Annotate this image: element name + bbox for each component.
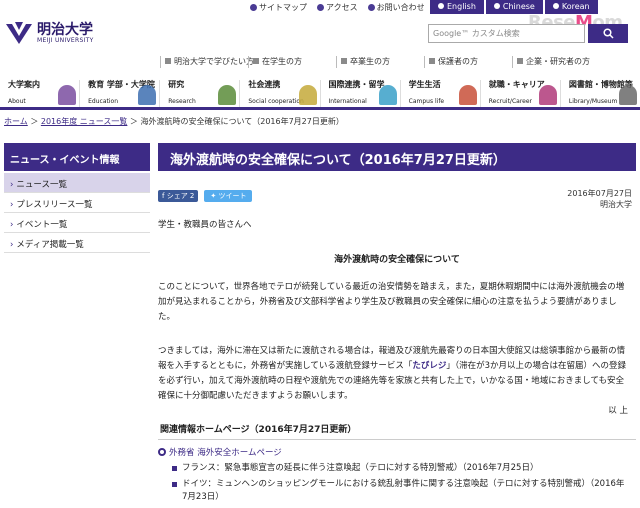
university-crest-icon — [6, 22, 32, 44]
audience-parents[interactable]: 保護者の方 — [424, 56, 506, 68]
nav-label-en: Social cooperation — [248, 98, 304, 105]
bullet-icon — [438, 3, 444, 9]
chevron-right-icon: › — [10, 240, 14, 250]
square-bullet-icon — [429, 58, 435, 64]
nav-item-international[interactable]: 国際連携・留学 International — [319, 80, 400, 107]
twitter-tweet-button[interactable]: ✦ ツイート — [204, 190, 253, 202]
chevron-right-icon: › — [10, 180, 14, 190]
utility-links: サイトマップ アクセス お問い合わせ — [250, 2, 425, 13]
paragraph-2: つきましては，海外に滞在又は新たに渡航される場合は，報道及び渡航先最寄りの日本国… — [158, 346, 627, 401]
breadcrumb-current: 海外渡航時の安全確保について（2016年7月27日更新） — [140, 117, 344, 126]
nav-illustration-icon — [378, 85, 397, 105]
paragraph-1: このことについて，世界各地でテロが続発している最近の治安情勢を踏まえ，また，夏期… — [158, 282, 625, 322]
logo-sub: MEIJI UNIVERSITY — [37, 36, 94, 44]
related-item[interactable]: ドイツ：ミュンヘンのショッピングモールにおける銃乱射事件に関する注意喚起（テロに… — [172, 478, 628, 504]
sidebar-item-media[interactable]: › メディア掲載一覧 — [4, 233, 150, 253]
article-date: 2016年07月27日 — [567, 189, 632, 198]
notice-title: 海外渡航時の安全確保について — [334, 255, 460, 265]
nav-item-recruit-career[interactable]: 就職・キャリア Recruit/Career — [479, 80, 560, 107]
nav-illustration-icon — [458, 85, 477, 105]
nav-illustration-icon — [138, 85, 157, 105]
nav-item-social-cooperation[interactable]: 社会連携 Social cooperation — [239, 80, 319, 107]
nav-label-en: Campus life — [408, 98, 445, 105]
circle-arrow-icon — [317, 4, 324, 11]
related-list: フランス：緊急事態宣言の延長に伴う注意喚起（テロに対する特別警戒）（2016年7… — [172, 462, 628, 507]
nav-label-en: Recruit/Career — [488, 98, 533, 105]
nav-label-en: Research — [168, 98, 196, 105]
bullet-icon — [552, 3, 559, 9]
facebook-share-button[interactable]: f シェア 2 — [158, 190, 199, 202]
audience-prospective[interactable]: 明治大学で学びたい方 — [160, 56, 254, 68]
square-bullet-icon — [253, 58, 259, 64]
page-title: 海外渡航時の安全確保について（2016年7月27日更新） — [158, 143, 636, 171]
sidebar-item-press[interactable]: › プレスリリース一覧 — [4, 193, 150, 213]
nav-illustration-icon — [538, 85, 557, 105]
circle-arrow-icon — [250, 4, 257, 11]
chevron-right-icon: › — [10, 220, 14, 230]
square-bullet-icon — [341, 58, 347, 64]
util-sitemap[interactable]: サイトマップ — [250, 2, 307, 13]
search-input[interactable]: Google™ カスタム検索 — [428, 24, 585, 43]
nav-label-en: International — [328, 98, 367, 105]
nav-item-campus-life[interactable]: 学生生活 Campus life — [399, 80, 480, 107]
logo-name: 明治大学 — [37, 21, 93, 38]
breadcrumb-news[interactable]: 2016年度 ニュース一覧 — [41, 117, 128, 126]
nav-illustration-icon — [58, 85, 77, 105]
tabireji-link[interactable]: たびレジ — [412, 361, 446, 371]
article-meta: 2016年07月27日 明治大学 — [567, 188, 632, 210]
util-access[interactable]: アクセス — [317, 2, 358, 13]
nav-item-about[interactable]: 大学案内 About — [0, 80, 79, 107]
nav-label-en: Library/Museum — [568, 98, 618, 105]
audience-nav: 明治大学で学びたい方 在学生の方 卒業生の方 保護者の方 企業・研究者の方 — [160, 56, 594, 68]
search-icon — [602, 28, 614, 39]
nav-illustration-icon — [218, 85, 237, 105]
nav-label-en: Education — [88, 98, 118, 105]
nav-item-education[interactable]: 教育 学部・大学院 Education — [79, 80, 159, 107]
circle-arrow-icon — [367, 4, 375, 11]
share-buttons: f シェア 2 ✦ ツイート — [158, 190, 253, 202]
square-bullet-icon — [517, 58, 523, 64]
nav-illustration-icon — [298, 85, 317, 105]
lang-english-button[interactable]: English — [430, 0, 484, 14]
related-item[interactable]: フランス：緊急事態宣言の延長に伴う注意喚起（テロに対する特別警戒）（2016年7… — [172, 462, 628, 475]
audience-alumni[interactable]: 卒業生の方 — [336, 56, 418, 68]
chevron-right-icon: › — [10, 200, 14, 210]
circle-bullet-icon — [158, 448, 166, 456]
bullet-icon — [493, 3, 500, 9]
sidebar-item-news[interactable]: › ニュース一覧 — [4, 173, 150, 193]
util-contact[interactable]: お問い合わせ — [367, 2, 425, 13]
article-author: 明治大学 — [600, 200, 632, 209]
nav-label-en: About — [8, 98, 26, 105]
audience-students[interactable]: 在学生の方 — [248, 56, 330, 68]
breadcrumb: ホーム ＞ 2016年度 ニュース一覧 ＞ 海外渡航時の安全確保について（201… — [4, 117, 344, 126]
search-button[interactable] — [588, 24, 628, 43]
greeting: 学生・教職員の皆さんへ — [158, 220, 252, 230]
nav-illustration-icon — [619, 85, 637, 105]
main-nav: 大学案内 About 教育 学部・大学院 Education 研究 Research 社会連… — [0, 80, 640, 110]
square-bullet-icon — [165, 58, 171, 64]
site-logo[interactable]: 明治大学 MEIJI UNIVERSITY — [4, 20, 94, 46]
sidebar-list: › ニュース一覧 › プレスリリース一覧 › イベント一覧 › メディア掲載一覧 — [4, 173, 150, 253]
breadcrumb-home[interactable]: ホーム — [4, 117, 28, 126]
closing-mark: 以 上 — [608, 406, 628, 416]
nav-item-library-museum[interactable]: 図書館・博物館等 Library/Museum — [559, 80, 640, 107]
nav-item-research[interactable]: 研究 Research — [159, 80, 239, 107]
audience-business[interactable]: 企業・研究者の方 — [512, 56, 594, 68]
sidebar-item-events[interactable]: › イベント一覧 — [4, 213, 150, 233]
related-mofa-link[interactable]: 外務省 海外安全ホームページ — [158, 446, 282, 458]
sidebar-title: ニュース・イベント情報 — [4, 143, 150, 171]
related-title: 関連情報ホームページ（2016年7月27日更新） — [158, 418, 636, 440]
